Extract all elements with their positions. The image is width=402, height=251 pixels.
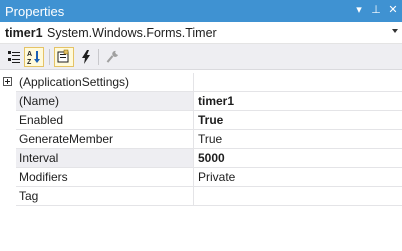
window-title: Properties <box>5 4 65 19</box>
property-row-tag[interactable]: Tag <box>0 187 402 206</box>
property-grid: (ApplicationSettings) (Name) timer1 Enab… <box>0 73 402 251</box>
expand-plus-icon[interactable] <box>3 77 12 86</box>
row-gutter <box>0 168 16 187</box>
lightning-bolt-icon <box>82 50 90 64</box>
property-value[interactable]: timer1 <box>194 92 402 111</box>
property-name: (ApplicationSettings) <box>16 73 194 92</box>
properties-button[interactable] <box>54 47 74 67</box>
property-name: Tag <box>16 187 194 206</box>
property-row-enabled[interactable]: Enabled True <box>0 111 402 130</box>
property-pages-button[interactable] <box>103 47 123 67</box>
property-row-generatemember[interactable]: GenerateMember True <box>0 130 402 149</box>
toolbar-separator <box>98 49 99 65</box>
property-value[interactable]: Private <box>194 168 402 187</box>
svg-text:Z: Z <box>27 59 32 66</box>
property-name: (Name) <box>16 92 194 111</box>
properties-icon <box>57 49 69 63</box>
events-button[interactable] <box>76 47 96 67</box>
alphabetical-button[interactable]: A Z <box>24 47 44 67</box>
property-row-applicationsettings[interactable]: (ApplicationSettings) <box>0 73 402 92</box>
object-type: System.Windows.Forms.Timer <box>47 26 217 40</box>
object-selector-dropdown[interactable]: timer1 System.Windows.Forms.Timer <box>0 22 402 44</box>
properties-titlebar: Properties ▾ ⊥ ✕ <box>0 0 402 22</box>
row-gutter <box>0 149 16 168</box>
row-gutter <box>0 92 16 111</box>
alphabetical-icon: A Z <box>27 51 40 66</box>
property-value[interactable] <box>194 187 402 206</box>
row-gutter <box>0 111 16 130</box>
properties-toolbar: A Z <box>0 44 402 70</box>
property-value[interactable] <box>194 73 402 92</box>
pin-icon[interactable]: ⊥ <box>369 3 383 18</box>
categorized-button[interactable] <box>4 47 24 67</box>
row-gutter <box>0 187 16 206</box>
property-name: Modifiers <box>16 168 194 187</box>
object-name: timer1 <box>5 26 43 40</box>
chevron-down-icon <box>392 29 398 33</box>
property-row-modifiers[interactable]: Modifiers Private <box>0 168 402 187</box>
property-row-name[interactable]: (Name) timer1 <box>0 92 402 111</box>
property-name: Interval <box>16 149 194 168</box>
close-icon[interactable]: ✕ <box>386 3 400 18</box>
property-value[interactable]: True <box>194 130 402 149</box>
property-value[interactable]: True <box>194 111 402 130</box>
row-gutter <box>0 73 16 92</box>
property-value[interactable]: 5000 <box>194 149 402 168</box>
categorized-icon <box>8 51 20 63</box>
property-name: Enabled <box>16 111 194 130</box>
wrench-icon <box>106 50 118 63</box>
toolbar-separator <box>49 49 50 65</box>
property-row-interval[interactable]: Interval 5000 <box>0 149 402 168</box>
row-gutter <box>0 130 16 149</box>
window-position-dropdown-icon[interactable]: ▾ <box>352 3 366 18</box>
property-name: GenerateMember <box>16 130 194 149</box>
svg-text:A: A <box>27 51 32 58</box>
